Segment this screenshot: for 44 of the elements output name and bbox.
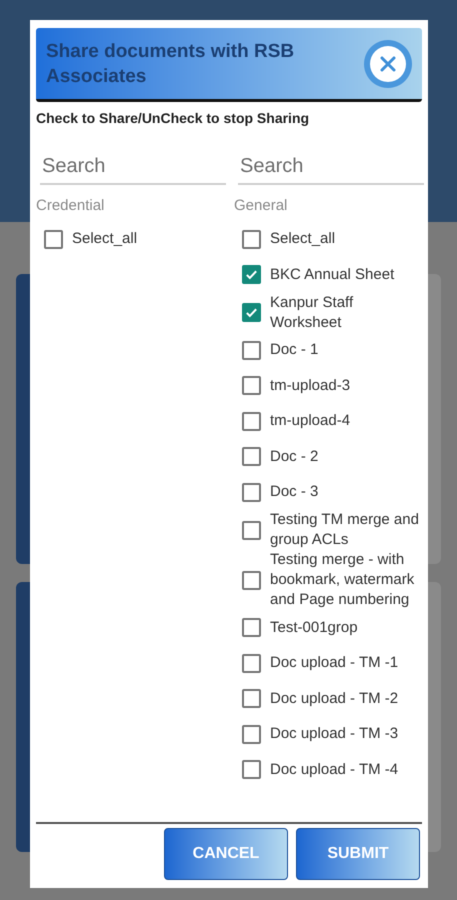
checkbox[interactable]: [242, 412, 261, 431]
document-label: Testing TM merge and group ACLs: [270, 510, 420, 550]
checkbox[interactable]: [242, 618, 261, 638]
column-heading: Credential: [36, 196, 106, 216]
checkbox[interactable]: [242, 760, 261, 780]
document-label: Doc upload - TM -2: [270, 688, 400, 709]
document-label: Doc upload - TM -4: [270, 760, 400, 780]
close-icon: [379, 54, 397, 72]
document-label: tm-upload-4: [270, 411, 352, 432]
checkbox[interactable]: [242, 376, 261, 396]
document-label: Doc upload - TM -1: [270, 653, 400, 674]
column-heading: General: [234, 196, 288, 216]
checkbox[interactable]: [242, 265, 261, 284]
dialog-button[interactable]: CANCEL: [164, 828, 288, 880]
checkbox[interactable]: [242, 303, 261, 322]
checkbox[interactable]: [242, 724, 261, 744]
checkbox[interactable]: [242, 520, 261, 540]
dialog-title: Share documents with RSB Associates: [46, 40, 296, 88]
document-label: Doc upload - TM -3: [270, 724, 400, 744]
document-label: Doc - 3: [270, 482, 320, 502]
dialog-button[interactable]: SUBMIT: [296, 828, 420, 880]
document-label: Testing merge - with bookmark, watermark and Page numbering: [270, 550, 416, 610]
document-label: Select_all: [270, 229, 336, 250]
checkbox[interactable]: [242, 230, 261, 249]
checkbox[interactable]: [242, 570, 261, 590]
checkbox[interactable]: [242, 689, 261, 708]
checkbox[interactable]: [242, 654, 261, 673]
checkbox[interactable]: [242, 447, 261, 466]
checkbox[interactable]: [242, 340, 261, 360]
checkmark-icon: [245, 268, 258, 282]
checkmark-icon: [245, 306, 258, 319]
document-label: Doc - 2: [270, 446, 320, 467]
document-label: BKC Annual Sheet: [270, 264, 396, 285]
search-field[interactable]: Search: [238, 149, 424, 185]
document-label: Test-001grop: [270, 618, 359, 638]
document-label: Kanpur Staff Worksheet: [270, 292, 354, 332]
document-label: tm-upload-3: [270, 376, 352, 396]
search-field[interactable]: Search: [40, 149, 226, 185]
checkbox[interactable]: [242, 482, 261, 502]
checkbox[interactable]: [44, 230, 63, 249]
close-button[interactable]: [364, 40, 412, 88]
document-label: Doc - 1: [270, 340, 320, 360]
instruction-text: Check to Share/UnCheck to stop Sharing: [36, 109, 310, 128]
document-label: Select_all: [72, 229, 138, 250]
